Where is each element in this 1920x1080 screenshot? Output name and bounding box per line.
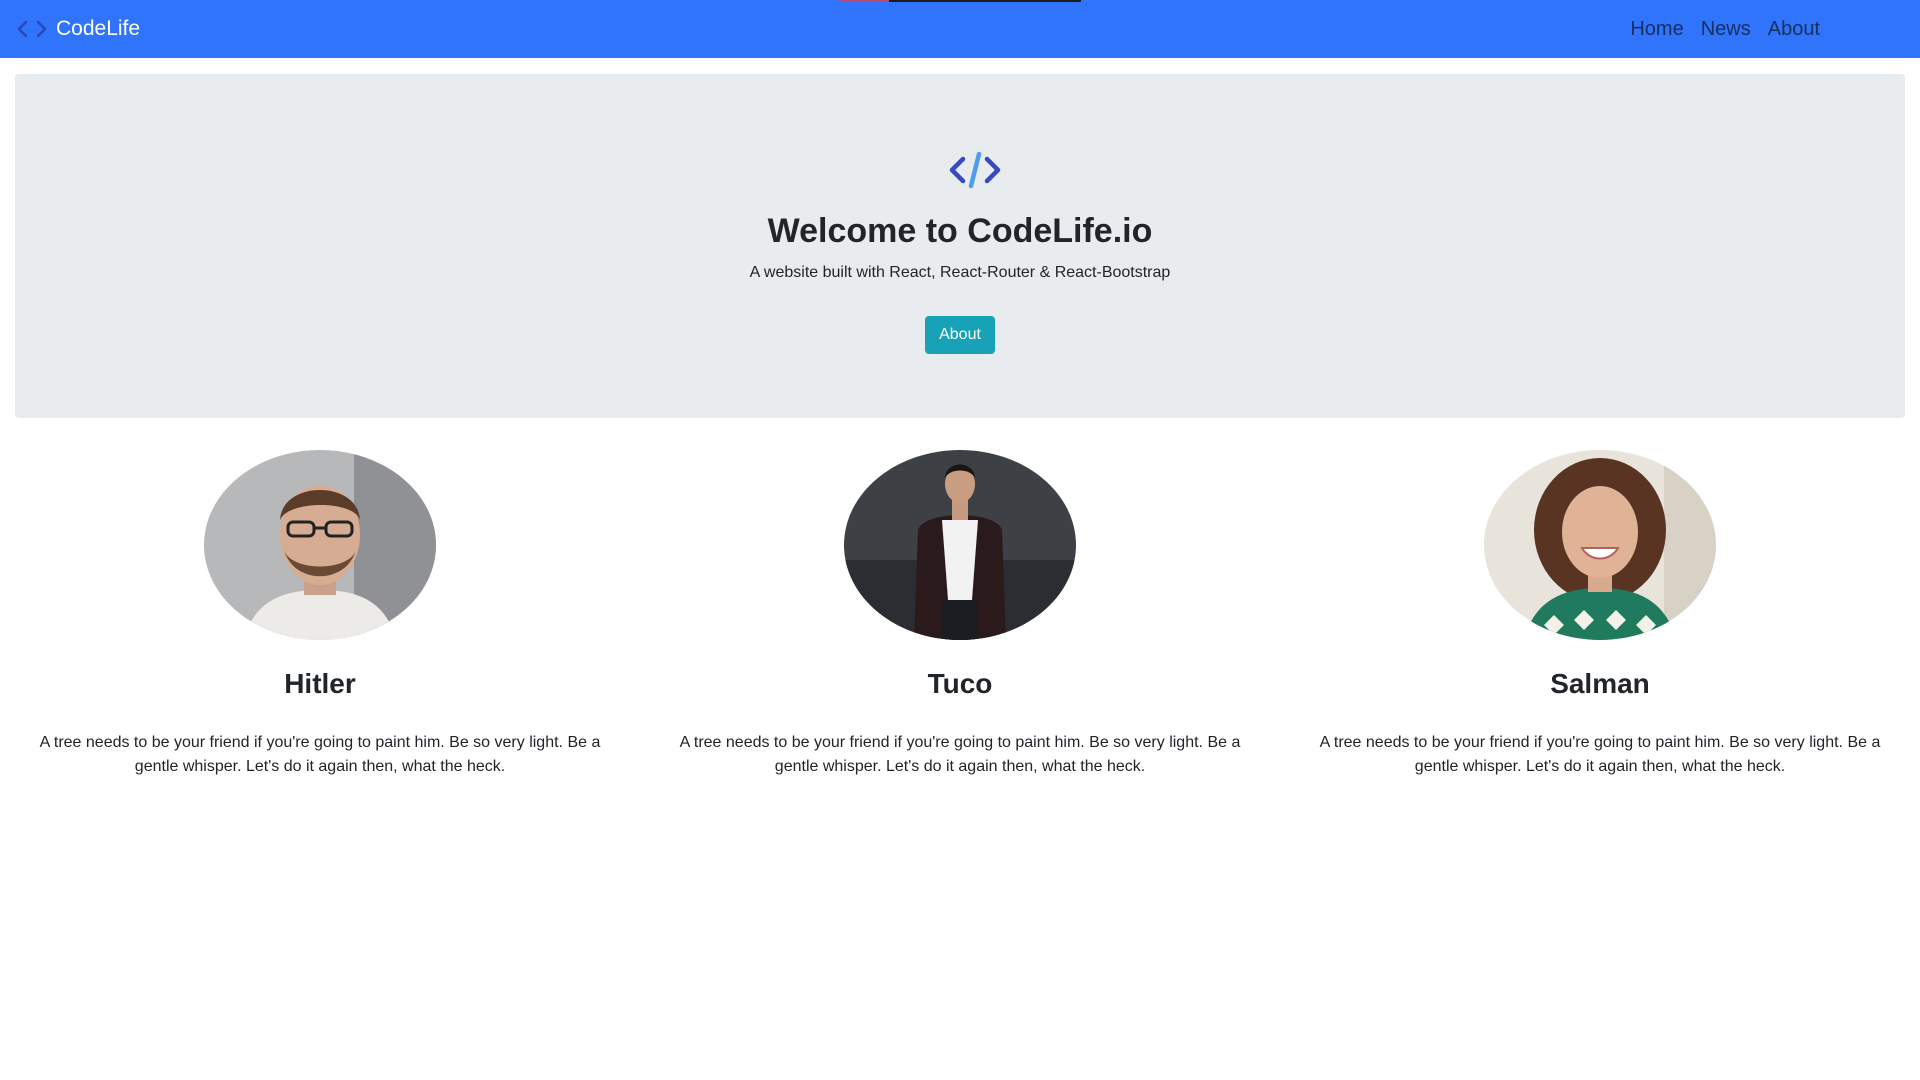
hero-subtitle: A website built with React, React-Router…	[749, 264, 1171, 281]
brand-name: CodeLife	[56, 17, 141, 40]
smiling-woman-photo	[1484, 450, 1716, 640]
code-icon	[17, 20, 47, 38]
avatar	[204, 450, 436, 640]
navbar: CodeLife Home News About	[0, 0, 1920, 58]
nav-link-about[interactable]: About	[1768, 18, 1820, 41]
man-with-glasses-photo	[204, 450, 436, 640]
person-name: Tuco	[927, 668, 993, 699]
person-card: Tuco A tree needs to be your friend if y…	[640, 450, 1280, 790]
person-card: Hitler A tree needs to be your friend if…	[0, 450, 640, 790]
about-button[interactable]: About	[925, 316, 995, 354]
nav-link-home[interactable]: Home	[1630, 18, 1683, 41]
avatar	[1484, 450, 1716, 640]
brand-link[interactable]: CodeLife	[17, 14, 140, 44]
person-description: A tree needs to be your friend if you're…	[39, 734, 601, 775]
person-description: A tree needs to be your friend if you're…	[1319, 734, 1881, 775]
hero-jumbotron: Welcome to CodeLife.io A website built w…	[15, 74, 1905, 418]
code-icon	[949, 151, 1001, 189]
nav-link-news[interactable]: News	[1701, 18, 1751, 41]
avatar	[844, 450, 1076, 640]
loading-progress-bar	[839, 0, 1081, 2]
man-in-blazer-photo	[844, 450, 1076, 640]
page-title: Welcome to CodeLife.io	[767, 212, 1153, 250]
person-description: A tree needs to be your friend if you're…	[679, 734, 1241, 775]
person-card: Salman A tree needs to be your friend if…	[1280, 450, 1920, 790]
person-name: Hitler	[284, 668, 356, 699]
nav-links: Home News About	[1630, 14, 1820, 44]
person-name: Salman	[1550, 668, 1650, 699]
